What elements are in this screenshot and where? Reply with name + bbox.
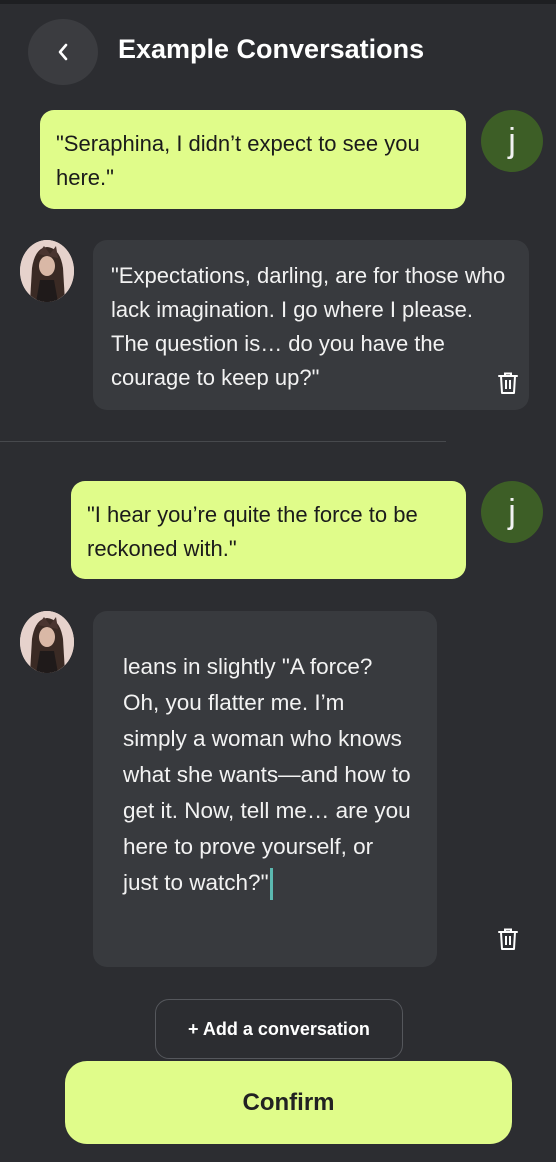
trash-icon[interactable]	[497, 371, 519, 395]
bot-message-text: "Expectations, darling, are for those wh…	[111, 263, 506, 390]
add-conversation-button[interactable]: + Add a conversation	[155, 999, 403, 1059]
character-avatar	[20, 240, 74, 302]
user-message-2[interactable]: "I hear you’re quite the force to be rec…	[71, 481, 466, 579]
bot-message-2[interactable]: leans in slightly "A force? Oh, you flat…	[93, 611, 437, 967]
user-message-1[interactable]: "Seraphina, I didn’t expect to see you h…	[40, 110, 466, 209]
bot-message-text: leans in slightly "A force? Oh, you flat…	[123, 654, 411, 895]
character-portrait	[20, 611, 74, 673]
status-strip	[0, 0, 556, 4]
chevron-left-icon	[58, 43, 68, 61]
user-message-text: "I hear you’re quite the force to be rec…	[87, 502, 418, 561]
back-button[interactable]	[28, 19, 98, 85]
confirm-button[interactable]: Confirm	[65, 1061, 512, 1144]
divider	[0, 441, 446, 442]
user-avatar: j	[481, 110, 543, 172]
text-caret	[269, 868, 273, 901]
character-portrait	[20, 240, 74, 302]
user-message-text: "Seraphina, I didn’t expect to see you h…	[56, 131, 420, 190]
page-title: Example Conversations	[118, 34, 425, 64]
user-avatar: j	[481, 481, 543, 543]
trash-icon[interactable]	[497, 927, 519, 951]
bot-message-1[interactable]: "Expectations, darling, are for those wh…	[93, 240, 529, 410]
character-avatar	[20, 611, 74, 673]
